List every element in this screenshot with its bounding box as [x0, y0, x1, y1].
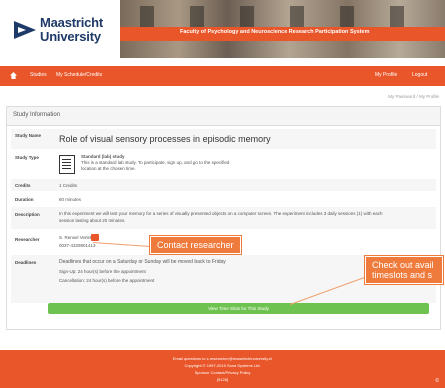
duration-value: 60 minutes: [59, 197, 82, 202]
deadline-signup: Sign-Up: 24 hour(s) before the appointme…: [59, 269, 146, 274]
deadlines-label: Deadlines: [15, 260, 37, 265]
university-logo[interactable]: Maastricht University: [14, 14, 114, 48]
footer-version: [9126]: [216, 377, 229, 382]
panel-title: Study Information: [13, 112, 61, 118]
footer-email[interactable]: Email questions to s.researcher@maastric…: [0, 356, 445, 361]
panel-header: Study Information: [7, 107, 440, 126]
description-line-2: session lasting about 20 minutes.: [59, 218, 126, 223]
contact-researcher-callout: Contact researcher: [150, 236, 241, 254]
header: Maastricht University Faculty of Psychol…: [0, 0, 445, 62]
nav-item-my-schedule[interactable]: My Schedule/Credits: [56, 72, 102, 78]
description-line-1: In this experiment we will test your mem…: [59, 211, 383, 216]
description-row: Description In this experiment we will t…: [11, 207, 436, 229]
credits-value: 1 Credits: [59, 183, 78, 188]
nav-item-logout[interactable]: Logout: [412, 72, 427, 78]
study-type-label: Study Type: [15, 155, 39, 160]
logo-line1: Maastricht: [40, 15, 104, 30]
view-timeslots-label: View Time Slots for This Study: [208, 306, 269, 311]
study-type-row: Study Type Standard (lab) study This is …: [11, 151, 436, 177]
credits-label: Credits: [15, 183, 31, 188]
sub-navigation[interactable]: My Password / My Profile: [388, 94, 439, 99]
nav-item-my-profile[interactable]: My Profile: [375, 72, 397, 78]
banner-title: Faculty of Psychology and Neuroscience R…: [180, 29, 370, 35]
logo-text: Maastricht University: [40, 16, 103, 44]
researcher-email[interactable]: 0037-4329801413: [59, 243, 96, 248]
header-banner: Faculty of Psychology and Neuroscience R…: [120, 0, 445, 58]
description-label: Description: [15, 212, 40, 217]
footer: Email questions to s.researcher@maastric…: [0, 350, 445, 388]
maastricht-logo-icon: [14, 21, 36, 39]
duration-row: Duration 60 minutes: [11, 193, 436, 205]
deadline-cancellation: Cancellation: 24 hour(s) before the appo…: [59, 278, 155, 283]
envelope-icon[interactable]: [91, 234, 99, 241]
view-timeslots-button[interactable]: View Time Slots for This Study: [48, 303, 429, 314]
researcher-name[interactable]: S. Rensel Verlet: [59, 235, 91, 240]
main-nav: Studies My Schedule/Credits My Profile L…: [0, 66, 445, 86]
timeslots-callout-line1: Check out avail: [372, 260, 434, 270]
study-information-panel: Study Information Study Name Role of vis…: [6, 106, 441, 330]
footer-copyright: Copyright © 1997-2015 Sona Systems Ltd.: [184, 363, 261, 368]
study-name: Role of visual sensory processes in epis…: [59, 134, 271, 144]
document-icon: [59, 155, 75, 174]
researcher-label: Researcher: [15, 237, 40, 242]
study-type-title: Standard (lab) study: [81, 154, 125, 159]
contact-callout-text: Contact researcher: [157, 240, 234, 250]
duration-label: Duration: [15, 197, 34, 202]
footer-privacy-link[interactable]: Sponsor Contact/Privacy Policy: [0, 370, 445, 375]
logo-line2: University: [40, 29, 101, 44]
study-name-label: Study Name: [15, 133, 42, 138]
timeslots-callout: Check out avail timeslots and s: [365, 256, 443, 284]
study-type-desc-2: location at the chosen time.: [81, 166, 136, 171]
footer-corner-mark: ©: [435, 378, 439, 384]
study-name-row: Study Name Role of visual sensory proces…: [11, 129, 436, 149]
nav-item-studies[interactable]: Studies: [30, 72, 47, 78]
timeslots-callout-line2: timeslots and s: [372, 270, 433, 280]
study-type-desc-1: This is a standard lab study. To partici…: [81, 160, 230, 165]
home-icon[interactable]: [10, 72, 17, 79]
credits-row: Credits 1 Credits: [11, 179, 436, 191]
deadline-note: Deadlines that occur on a Saturday or Su…: [59, 259, 226, 265]
